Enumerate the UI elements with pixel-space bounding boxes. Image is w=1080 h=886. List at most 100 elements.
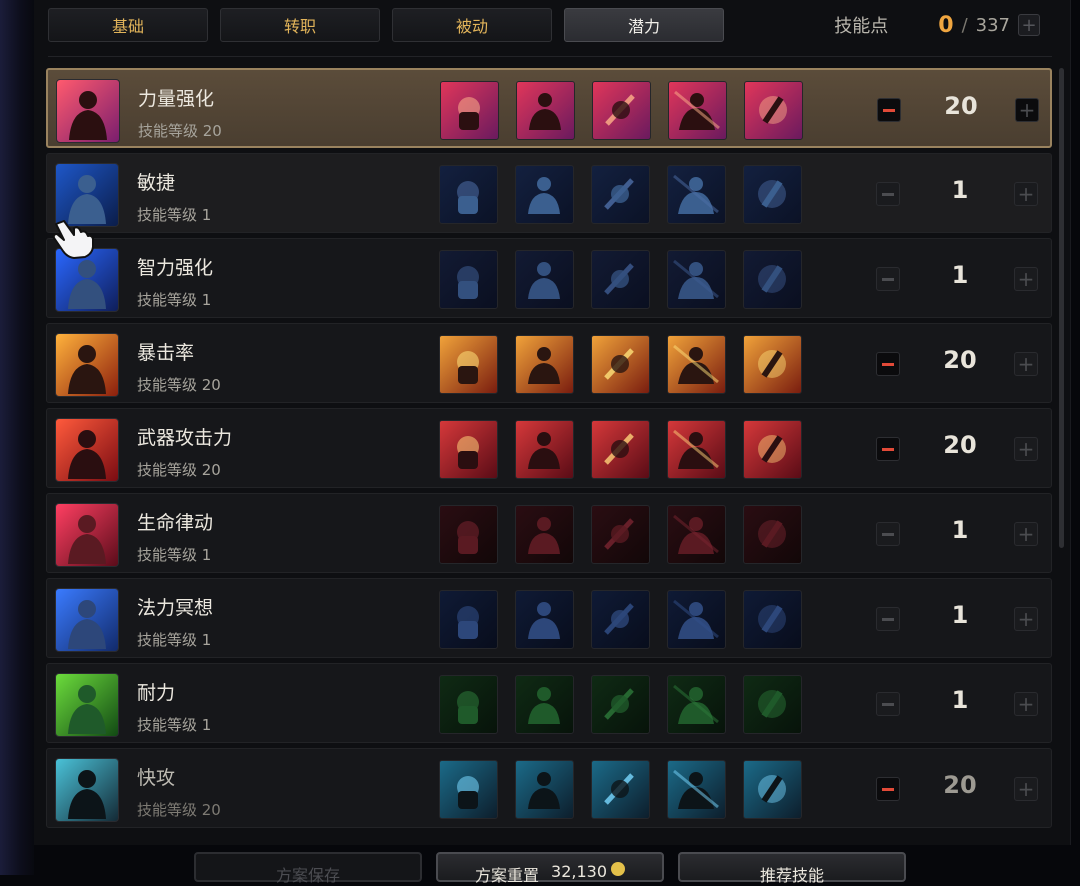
increase-level-button[interactable]: + [1014,267,1038,291]
sub-skill-icon[interactable] [515,675,574,734]
increase-level-button[interactable]: + [1014,522,1038,546]
sub-skill-icon[interactable] [591,590,650,649]
sub-skill-icon[interactable] [516,81,575,140]
sub-skill-icon[interactable] [515,335,574,394]
increase-level-button[interactable]: + [1014,352,1038,376]
decrease-level-button[interactable] [876,692,900,716]
decrease-level-button[interactable] [876,777,900,801]
skill-level-value: 1 [951,686,969,714]
skill-row[interactable]: 暴击率 技能等级 20 20 + [46,323,1052,403]
sub-skill-icon[interactable] [592,81,651,140]
sub-skill-icon[interactable] [668,81,727,140]
minus-icon [883,108,895,112]
sub-skill-icon[interactable] [667,590,726,649]
reset-plan-button[interactable]: 方案重置 32,130 [436,852,664,885]
decrease-level-button[interactable] [876,607,900,631]
add-skill-points-button[interactable]: + [1018,14,1040,36]
sub-skill-icon[interactable] [591,165,650,224]
skill-row[interactable]: 敏捷 技能等级 1 1 + [46,153,1052,233]
sub-skill-icon[interactable] [440,81,499,140]
skill-row[interactable]: 武器攻击力 技能等级 20 20 + [46,408,1052,488]
sub-skill-icon[interactable] [591,675,650,734]
plus-icon: + [1017,607,1035,631]
sub-skill-icon[interactable] [591,420,650,479]
sub-skill-icon[interactable] [667,675,726,734]
decrease-level-button[interactable] [876,352,900,376]
tab-bar: 基础 转职 被动 潜力 [48,8,724,42]
sub-skill-icon[interactable] [515,165,574,224]
sub-skill-icon[interactable] [743,420,802,479]
skill-points-label: 技能点 [834,16,889,37]
skill-level: 技能等级 20 [137,376,221,394]
sub-skill-icon[interactable] [667,165,726,224]
skill-row[interactable]: 力量强化 技能等级 20 20 + [46,68,1052,148]
sub-skill-icon[interactable] [591,335,650,394]
skill-name: 力量强化 [138,88,215,110]
skill-points-current: 0 [938,12,954,38]
skill-list: 力量强化 技能等级 20 20 + 敏捷 技能等级 1 1 + 智力强化 技能等级 1 1 + 暴… [46,68,1052,830]
sub-skill-icon[interactable] [439,420,498,479]
sub-skill-icon[interactable] [743,165,802,224]
tab-passive[interactable]: 被动 [392,8,552,42]
sub-skill-icon[interactable] [515,505,574,564]
sub-skill-icon[interactable] [743,250,802,309]
sub-skill-icon[interactable] [667,505,726,564]
sub-skill-icon[interactable] [439,250,498,309]
decrease-level-button[interactable] [876,522,900,546]
skill-row[interactable]: 法力冥想 技能等级 1 1 + [46,578,1052,658]
skill-row[interactable]: 生命律动 技能等级 1 1 + [46,493,1052,573]
sub-skill-icon[interactable] [439,335,498,394]
recommend-skills-button[interactable]: 推荐技能 [678,852,906,885]
sub-skill-icon[interactable] [515,420,574,479]
minus-icon [882,192,894,196]
tab-advancement[interactable]: 转职 [220,8,380,42]
scrollbar[interactable] [1059,68,1064,548]
sub-skill-icon[interactable] [667,335,726,394]
decrease-level-button[interactable] [877,98,901,122]
sub-skill-icon[interactable] [591,760,650,819]
tab-basic[interactable]: 基础 [48,8,208,42]
tab-potential[interactable]: 潜力 [564,8,724,42]
sub-skill-icon[interactable] [743,335,802,394]
sub-skill-icon[interactable] [439,505,498,564]
increase-level-button[interactable]: + [1014,777,1038,801]
skill-row[interactable]: 快攻 技能等级 20 20 + [46,748,1052,828]
sub-skill-icon[interactable] [743,505,802,564]
sub-skill-icon[interactable] [515,590,574,649]
save-plan-button[interactable]: 方案保存 [194,852,422,885]
skill-row[interactable]: 智力强化 技能等级 1 1 + [46,238,1052,318]
decrease-level-button[interactable] [876,267,900,291]
sub-skill-icon[interactable] [439,675,498,734]
increase-level-button[interactable]: + [1014,607,1038,631]
sub-skill-icon[interactable] [515,760,574,819]
sub-skill-icon[interactable] [743,590,802,649]
sub-skill-icon[interactable] [667,760,726,819]
sub-skill-icon[interactable] [743,675,802,734]
sub-skill-icon[interactable] [743,760,802,819]
sub-skill-icon[interactable] [515,250,574,309]
minus-icon [882,277,894,281]
sub-skill-icon[interactable] [591,250,650,309]
skill-level: 技能等级 1 [137,631,212,649]
skill-panel: 基础 转职 被动 潜力 技能点 0 / 337 + 力量强化 技能等级 20 20 +… [34,0,1071,845]
sub-skill-icon[interactable] [439,165,498,224]
skill-level-value: 1 [951,261,969,289]
plus-icon: + [1018,98,1036,122]
increase-level-button[interactable]: + [1014,437,1038,461]
sub-skill-icon[interactable] [667,420,726,479]
decrease-level-button[interactable] [876,182,900,206]
skill-row[interactable]: 耐力 技能等级 1 1 + [46,663,1052,743]
sub-skill-icon[interactable] [667,250,726,309]
skill-points-separator: / [961,14,968,36]
increase-level-button[interactable]: + [1014,692,1038,716]
decrease-level-button[interactable] [876,437,900,461]
increase-level-button[interactable]: + [1014,182,1038,206]
sub-skill-icon[interactable] [439,760,498,819]
divider [48,56,1052,57]
reset-plan-label: 方案重置 [475,866,540,885]
sub-skill-icon[interactable] [744,81,803,140]
sub-skill-icon[interactable] [591,505,650,564]
increase-level-button[interactable]: + [1015,98,1039,122]
sub-skill-icon[interactable] [439,590,498,649]
skill-name: 快攻 [137,767,176,789]
